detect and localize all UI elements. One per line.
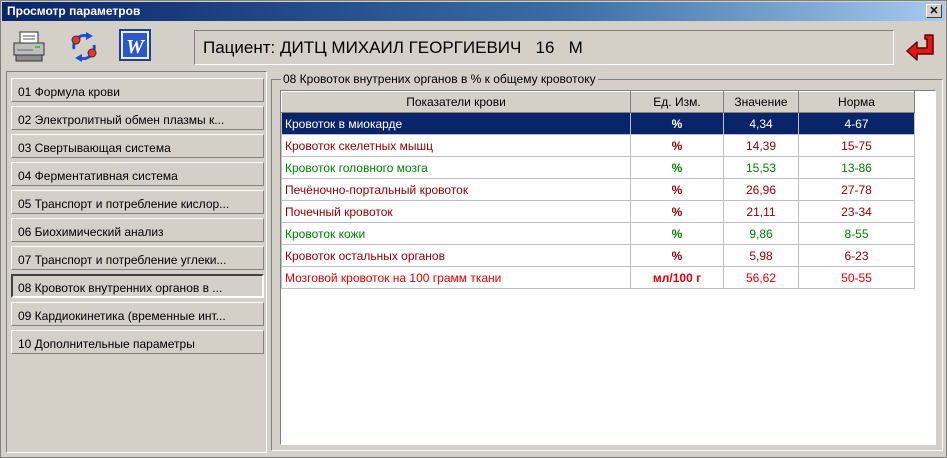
cell-value: 15,53	[723, 156, 799, 179]
patient-name: ДИТЦ МИХАИЛ ГЕОРГИЕВИЧ	[280, 38, 522, 57]
cell-norm: 23-34	[798, 200, 915, 223]
refresh-icon	[71, 32, 97, 62]
sidebar-item[interactable]: 01 Формула крови	[11, 78, 264, 102]
table-header-row: Показатели крови Ед. Изм. Значение Норма	[281, 91, 915, 113]
back-arrow-icon	[906, 34, 934, 61]
sidebar-item[interactable]: 10 Дополнительные параметры	[11, 330, 264, 354]
col-header-unit[interactable]: Ед. Изм.	[630, 91, 724, 113]
cell-name: Кровоток кожи	[281, 222, 631, 245]
sidebar-item[interactable]: 06 Биохимический анализ	[11, 218, 264, 242]
sidebar-item[interactable]: 08 Кровоток внутренних органов в ...	[11, 274, 264, 298]
word-letter: W	[126, 36, 145, 58]
cell-norm: 50-55	[798, 266, 915, 289]
cell-unit: %	[630, 156, 724, 179]
patient-info: Пациент: ДИТЦ МИХАИЛ ГЕОРГИЕВИЧ 16 М	[194, 30, 894, 65]
group-title: 08 Кровоток внутрених органов в % к обще…	[281, 72, 598, 86]
cell-norm: 13-86	[798, 156, 915, 179]
cell-name: Почечный кровоток	[281, 200, 631, 223]
cell-name: Кровоток скелетных мышц	[281, 134, 631, 157]
sidebar-item[interactable]: 04 Ферментативная система	[11, 162, 264, 186]
col-header-value[interactable]: Значение	[723, 91, 799, 113]
word-export-button[interactable]: W	[119, 29, 155, 65]
table-row[interactable]: Кровоток кожи% 9,86 8-55	[281, 222, 915, 245]
word-icon: W	[119, 29, 151, 61]
cell-norm: 15-75	[798, 134, 915, 157]
table-row[interactable]: Кровоток скелетных мышц% 14,39 15-75	[281, 134, 915, 157]
cell-norm: 8-55	[798, 222, 915, 245]
cell-unit: %	[630, 134, 724, 157]
cell-name: Кровоток головного мозга	[281, 156, 631, 179]
title-bar: Просмотр параметров ✕	[2, 2, 945, 21]
cell-value: 21,11	[723, 200, 799, 223]
cell-unit: %	[630, 178, 724, 201]
print-button[interactable]	[11, 29, 47, 65]
cell-unit: %	[630, 112, 724, 135]
table-row[interactable]: Кровоток головного мозга% 15,53 13-86	[281, 156, 915, 179]
printer-icon	[13, 31, 45, 62]
cell-unit: %	[630, 244, 724, 267]
col-header-norm[interactable]: Норма	[798, 91, 915, 113]
sidebar-item[interactable]: 03 Свертывающая система	[11, 134, 264, 158]
cell-name: Кровоток в миокарде	[281, 112, 631, 135]
cell-name: Печёночно-портальный кровоток	[281, 178, 631, 201]
col-header-name[interactable]: Показатели крови	[281, 91, 631, 113]
cell-value: 14,39	[723, 134, 799, 157]
cell-value: 56,62	[723, 266, 799, 289]
cell-unit: мл/100 г	[630, 266, 724, 289]
sidebar-item[interactable]: 02 Электролитный обмен плазмы к...	[11, 106, 264, 130]
patient-text: Пациент: ДИТЦ МИХАИЛ ГЕОРГИЕВИЧ 16 М	[203, 38, 583, 58]
table-row[interactable]: Мозговой кровоток на 100 грамм ткани мл/1…	[281, 266, 915, 289]
cell-norm: 6-23	[798, 244, 915, 267]
cell-value: 5,98	[723, 244, 799, 267]
cell-norm: 27-78	[798, 178, 915, 201]
cell-name: Мозговой кровоток на 100 грамм ткани	[281, 266, 631, 289]
table-row[interactable]: Кровоток остальных органов% 5,98 6-23	[281, 244, 915, 267]
cell-value: 26,96	[723, 178, 799, 201]
cell-unit: %	[630, 222, 724, 245]
patient-sex: М	[568, 38, 583, 57]
cell-unit: %	[630, 200, 724, 223]
table-row[interactable]: Печёночно-портальный кровоток% 26,96 27-78	[281, 178, 915, 201]
main-window: Просмотр параметров ✕ W Пациент: ДИТЦ МИ…	[0, 0, 947, 458]
patient-label: Пациент:	[203, 38, 276, 57]
cell-norm: 4-67	[798, 112, 915, 135]
cell-value: 9,86	[723, 222, 799, 245]
params-table: Показатели крови Ед. Изм. Значение Норма…	[281, 91, 915, 289]
sidebar-item[interactable]: 07 Транспорт и потребление углеки...	[11, 246, 264, 270]
close-button[interactable]: ✕	[926, 4, 942, 18]
cell-name: Кровоток остальных органов	[281, 244, 631, 267]
refresh-button[interactable]	[66, 29, 102, 65]
sidebar: 01 Формула крови 02 Электролитный обмен п…	[6, 71, 267, 453]
patient-age: 16	[535, 38, 555, 57]
table-row[interactable]: Кровоток в миокарде% 4,34 4-67	[281, 112, 915, 135]
back-button[interactable]	[903, 30, 939, 66]
cell-value: 4,34	[723, 112, 799, 135]
table-row[interactable]: Почечный кровоток% 21,11 23-34	[281, 200, 915, 223]
sidebar-item[interactable]: 05 Транспорт и потребление кислор...	[11, 190, 264, 214]
window-title: Просмотр параметров	[7, 4, 141, 18]
sidebar-item[interactable]: 09 Кардиокинетика (временные инт...	[11, 302, 264, 326]
